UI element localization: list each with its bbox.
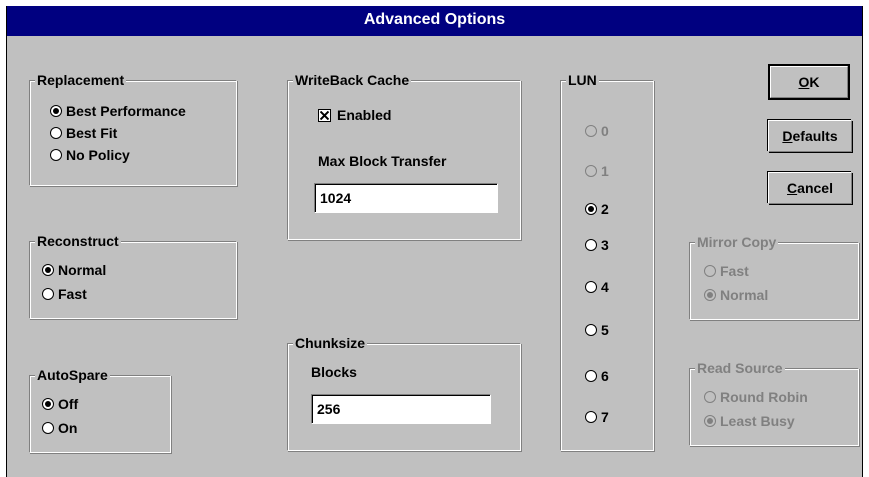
defaults-mnemonic: D xyxy=(782,128,793,144)
radio-indicator xyxy=(42,422,54,434)
radio-best-fit[interactable]: Best Fit xyxy=(50,123,117,143)
radio-lun-1[interactable]: 1 xyxy=(585,161,609,181)
radio-label: Round Robin xyxy=(720,389,808,405)
ok-button[interactable]: OK xyxy=(770,66,848,98)
radio-label: 4 xyxy=(601,279,609,295)
radio-best-performance[interactable]: Best Performance xyxy=(50,101,186,121)
radio-reconstruct-normal[interactable]: Normal xyxy=(42,260,106,280)
chunksize-group: Chunksize Blocks xyxy=(287,335,521,451)
radio-indicator xyxy=(585,281,597,293)
max-block-transfer-input[interactable] xyxy=(314,183,498,213)
replacement-legend: Replacement xyxy=(35,72,127,88)
radio-label: Fast xyxy=(720,263,749,279)
radio-mirror-normal[interactable]: Normal xyxy=(704,285,768,305)
blocks-label: Blocks xyxy=(311,364,357,380)
replacement-group: Replacement Best Performance Best Fit No… xyxy=(29,72,237,186)
radio-label: Off xyxy=(58,396,79,412)
radio-label: Best Fit xyxy=(66,125,118,141)
radio-label: Least Busy xyxy=(720,413,795,429)
cancel-button[interactable]: Cancel xyxy=(768,172,852,204)
radio-indicator xyxy=(42,264,54,276)
radio-lun-0[interactable]: 0 xyxy=(585,121,609,141)
radio-indicator xyxy=(42,288,54,300)
chunksize-legend: Chunksize xyxy=(293,335,368,351)
radio-indicator xyxy=(50,149,62,161)
radio-indicator xyxy=(42,398,54,410)
radio-lun-7[interactable]: 7 xyxy=(585,407,609,427)
ok-label-rest: K xyxy=(809,74,820,90)
radio-autospare-off[interactable]: Off xyxy=(42,394,78,414)
lun-legend: LUN xyxy=(566,72,599,88)
radio-lun-2[interactable]: 2 xyxy=(585,199,609,219)
radio-label: Normal xyxy=(58,262,107,278)
radio-reconstruct-fast[interactable]: Fast xyxy=(42,284,87,304)
radio-indicator xyxy=(585,239,597,251)
checkbox-box xyxy=(318,108,331,122)
radio-indicator xyxy=(50,105,62,117)
radio-label: 3 xyxy=(601,237,609,253)
radio-indicator xyxy=(704,391,716,403)
radio-lun-6[interactable]: 6 xyxy=(585,366,609,386)
blocks-input[interactable] xyxy=(311,394,491,424)
ok-mnemonic: O xyxy=(798,74,810,90)
radio-label: 2 xyxy=(601,201,609,217)
radio-lun-3[interactable]: 3 xyxy=(585,235,609,255)
dialog-title: Advanced Options xyxy=(7,6,862,36)
radio-no-policy[interactable]: No Policy xyxy=(50,145,130,165)
enabled-checkbox[interactable]: Enabled xyxy=(318,105,391,125)
radio-autospare-on[interactable]: On xyxy=(42,418,77,438)
radio-indicator xyxy=(704,415,716,427)
radio-indicator xyxy=(50,127,62,139)
check-x-icon xyxy=(320,110,329,120)
radio-round-robin[interactable]: Round Robin xyxy=(704,387,808,407)
radio-indicator xyxy=(704,265,716,277)
mirror-copy-legend: Mirror Copy xyxy=(695,234,779,250)
mirror-copy-group: Mirror Copy Fast Normal xyxy=(689,234,859,320)
radio-indicator xyxy=(704,289,716,301)
radio-indicator xyxy=(585,165,597,177)
radio-label: 5 xyxy=(601,322,609,338)
radio-lun-4[interactable]: 4 xyxy=(585,277,609,297)
read-source-legend: Read Source xyxy=(695,360,785,376)
radio-indicator xyxy=(585,125,597,137)
radio-label: 0 xyxy=(601,123,609,139)
radio-label: No Policy xyxy=(66,147,130,163)
radio-indicator xyxy=(585,370,597,382)
writeback-cache-group: WriteBack Cache Enabled Max Block Transf… xyxy=(287,72,521,240)
lun-group: LUN 0 1 2 3 4 5 6 7 xyxy=(560,72,654,451)
autospare-group: AutoSpare Off On xyxy=(29,367,171,453)
radio-mirror-fast[interactable]: Fast xyxy=(704,261,749,281)
autospare-legend: AutoSpare xyxy=(35,367,110,383)
cancel-label-rest: ancel xyxy=(797,180,833,196)
defaults-label-rest: efaults xyxy=(792,128,838,144)
radio-lun-5[interactable]: 5 xyxy=(585,320,609,340)
writeback-legend: WriteBack Cache xyxy=(293,72,412,88)
radio-label: Normal xyxy=(720,287,769,303)
radio-label: 6 xyxy=(601,368,609,384)
radio-indicator xyxy=(585,203,597,215)
radio-least-busy[interactable]: Least Busy xyxy=(704,411,795,431)
radio-indicator xyxy=(585,324,597,336)
max-block-transfer-label: Max Block Transfer xyxy=(318,153,447,169)
enabled-label: Enabled xyxy=(337,107,392,123)
reconstruct-legend: Reconstruct xyxy=(35,233,121,249)
radio-indicator xyxy=(585,411,597,423)
defaults-button[interactable]: Defaults xyxy=(768,120,852,152)
radio-label: Best Performance xyxy=(66,103,186,119)
radio-label: On xyxy=(58,420,78,436)
radio-label: 7 xyxy=(601,409,609,425)
radio-label: Fast xyxy=(58,286,87,302)
reconstruct-group: Reconstruct Normal Fast xyxy=(29,233,237,319)
radio-label: 1 xyxy=(601,163,609,179)
advanced-options-dialog: Advanced Options Replacement Best Perfor… xyxy=(6,6,863,477)
cancel-mnemonic: C xyxy=(787,180,798,196)
read-source-group: Read Source Round Robin Least Busy xyxy=(689,360,859,446)
